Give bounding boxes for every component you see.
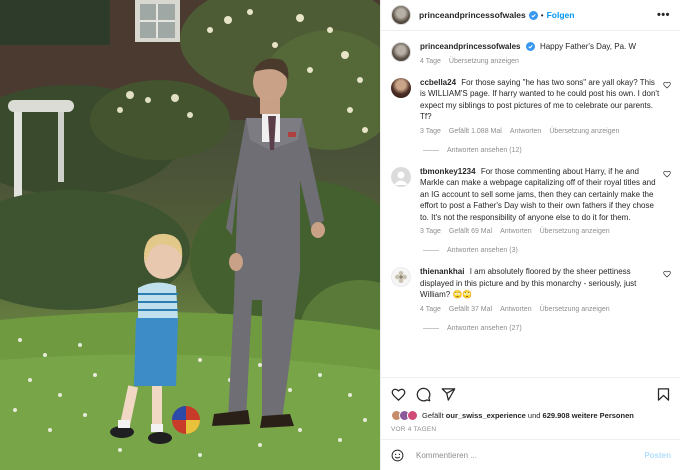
caption-age: 4 Tage	[420, 57, 441, 65]
view-replies-label: Antworten ansehen (3)	[447, 247, 518, 254]
view-replies-button[interactable]: Antworten ansehen (3)	[423, 247, 671, 254]
caption: princeandprincessofwales Happy Father's …	[391, 41, 671, 65]
follow-button[interactable]: Folgen	[547, 10, 575, 20]
comment-heart-icon[interactable]	[663, 170, 671, 178]
liker-username[interactable]: our_swiss_experience	[446, 411, 526, 420]
post-actions: Gefällt our_swiss_experience und 629.908…	[381, 377, 680, 433]
comment-icon[interactable]	[416, 387, 431, 402]
author-username[interactable]: princeandprincessofwales	[419, 10, 526, 20]
likes-count[interactable]: 629.908 weitere Personen	[543, 411, 634, 420]
commenter-avatar[interactable]	[391, 77, 411, 98]
translate-link[interactable]: Übersetzung anzeigen	[549, 128, 619, 135]
comment-age: 3 Tage	[420, 127, 441, 135]
flower-logo-icon	[395, 271, 407, 283]
translate-link[interactable]: Übersetzung anzeigen	[540, 228, 610, 235]
comment-username[interactable]: thienankhai	[420, 267, 464, 276]
comment-item: tbmonkey1234 For those commenting about …	[391, 166, 671, 235]
comment-like-count[interactable]: Gefällt 37 Mal	[449, 306, 492, 313]
bookmark-icon[interactable]	[656, 387, 671, 402]
replies-line	[423, 250, 439, 251]
comment-heart-icon[interactable]	[663, 270, 671, 278]
comment-item: thienankhai I am absolutely floored by t…	[391, 266, 671, 313]
reply-button[interactable]: Antworten	[500, 306, 532, 313]
comment-age: 3 Tage	[420, 228, 441, 235]
likes-middle: und	[527, 411, 541, 420]
caption-avatar[interactable]	[391, 42, 411, 62]
view-replies-label: Antworten ansehen (27)	[447, 324, 522, 332]
liker-avatar	[407, 410, 418, 421]
comment-like-count[interactable]: Gefällt 1.088 Mal	[449, 128, 502, 135]
replies-line	[423, 149, 439, 151]
post-header: princeandprincessofwales • Folgen •••	[381, 0, 680, 31]
translate-link[interactable]: Übersetzung anzeigen	[449, 58, 519, 65]
post-side-panel: princeandprincessofwales • Folgen ••• pr…	[380, 0, 680, 470]
likes-summary[interactable]: Gefällt our_swiss_experience und 629.908…	[391, 410, 671, 421]
post-comment-button[interactable]: Posten	[644, 451, 671, 460]
comment-username[interactable]: tbmonkey1234	[420, 167, 476, 176]
comment-heart-icon[interactable]	[663, 81, 671, 89]
comments-list[interactable]: princeandprincessofwales Happy Father's …	[381, 32, 680, 372]
post-age: VOR 4 TAGEN	[391, 426, 437, 433]
commenter-avatar[interactable]	[391, 166, 411, 187]
heart-icon[interactable]	[391, 387, 406, 402]
view-replies-button[interactable]: Antworten ansehen (12)	[423, 147, 671, 154]
separator-dot: •	[540, 10, 544, 20]
more-icon[interactable]: •••	[657, 9, 670, 21]
view-replies-label: Antworten ansehen (12)	[447, 146, 522, 154]
comment-username[interactable]: ccbella24	[420, 78, 456, 87]
reply-button[interactable]: Antworten	[500, 228, 532, 235]
view-replies-button[interactable]: Antworten ansehen (27)	[423, 325, 671, 332]
verified-icon	[528, 10, 538, 20]
verified-icon	[525, 42, 535, 51]
liker-avatars	[391, 410, 418, 421]
reply-button[interactable]: Antworten	[510, 128, 542, 135]
default-user-icon	[394, 171, 408, 185]
caption-username[interactable]: princeandprincessofwales	[420, 42, 520, 51]
share-icon[interactable]	[441, 387, 456, 402]
emoji-icon[interactable]	[391, 449, 404, 462]
comment-age: 4 Tage	[420, 305, 441, 313]
translate-link[interactable]: Übersetzung anzeigen	[540, 306, 610, 313]
comment-like-count[interactable]: Gefällt 69 Mal	[449, 228, 492, 235]
replies-line	[423, 327, 439, 329]
comment-item: ccbella24 For those saying "he has two s…	[391, 77, 671, 135]
add-comment-bar: Posten	[381, 439, 680, 470]
comment-input[interactable]	[416, 450, 626, 460]
author-avatar[interactable]	[391, 5, 411, 25]
post-photo[interactable]	[0, 0, 380, 470]
caption-text: Happy Father's Day, Pa. W	[539, 42, 637, 51]
likes-prefix: Gefällt	[422, 411, 444, 420]
commenter-avatar[interactable]	[391, 267, 411, 287]
photo-illustration	[0, 0, 380, 470]
